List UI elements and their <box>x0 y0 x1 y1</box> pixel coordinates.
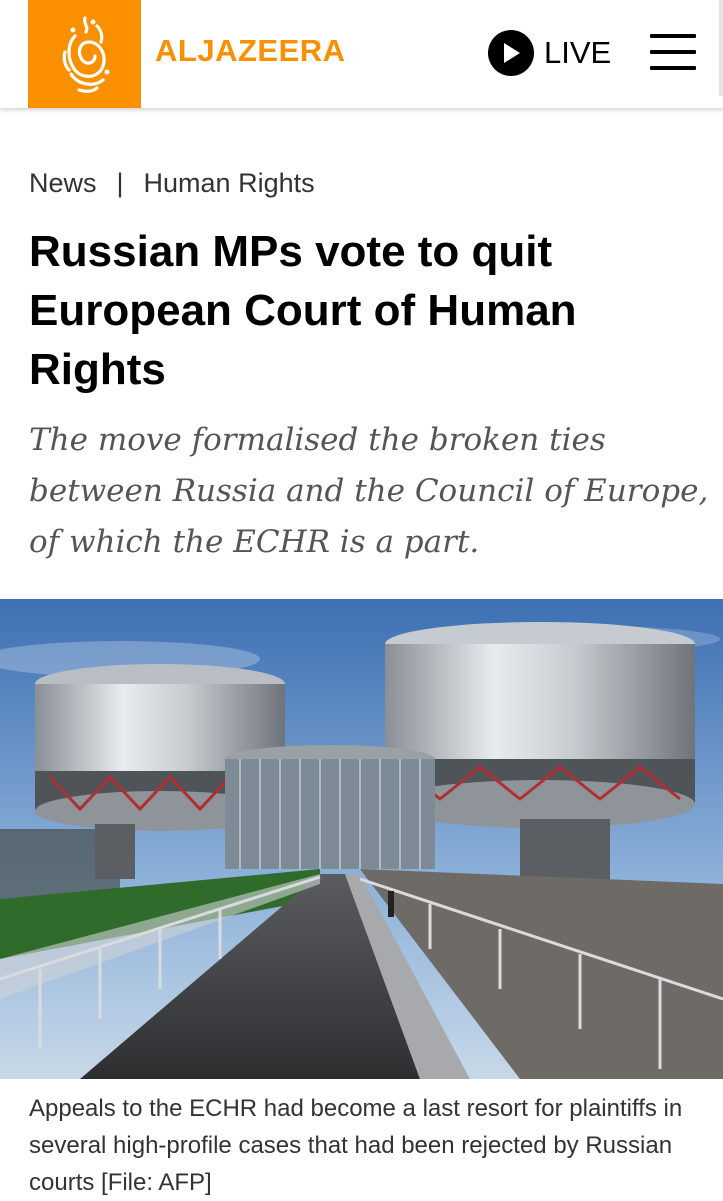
breadcrumb: News | Human Rights <box>29 168 315 199</box>
live-button[interactable]: LIVE <box>488 30 611 76</box>
court-building-image <box>0 599 723 1079</box>
live-label: LIVE <box>544 35 612 70</box>
brand-name[interactable]: ALJAZEERA <box>155 33 346 69</box>
scroll-edge <box>719 0 723 96</box>
breadcrumb-human-rights[interactable]: Human Rights <box>144 168 315 199</box>
aljazeera-calligraphy-logo-icon <box>62 16 109 93</box>
site-header: ALJAZEERA LIVE <box>0 0 723 108</box>
breadcrumb-news[interactable]: News <box>29 168 97 199</box>
image-caption: Appeals to the ECHR had become a last re… <box>29 1095 683 1196</box>
article-photo <box>0 599 723 1079</box>
hamburger-menu-icon[interactable] <box>650 34 696 70</box>
article-title: Russian MPs vote to quit European Court … <box>29 227 577 394</box>
article-subtitle: The move formalised the broken ties betw… <box>29 422 709 560</box>
breadcrumb-separator: | <box>116 168 124 198</box>
aljazeera-logo[interactable] <box>28 0 141 108</box>
play-icon <box>488 30 534 76</box>
